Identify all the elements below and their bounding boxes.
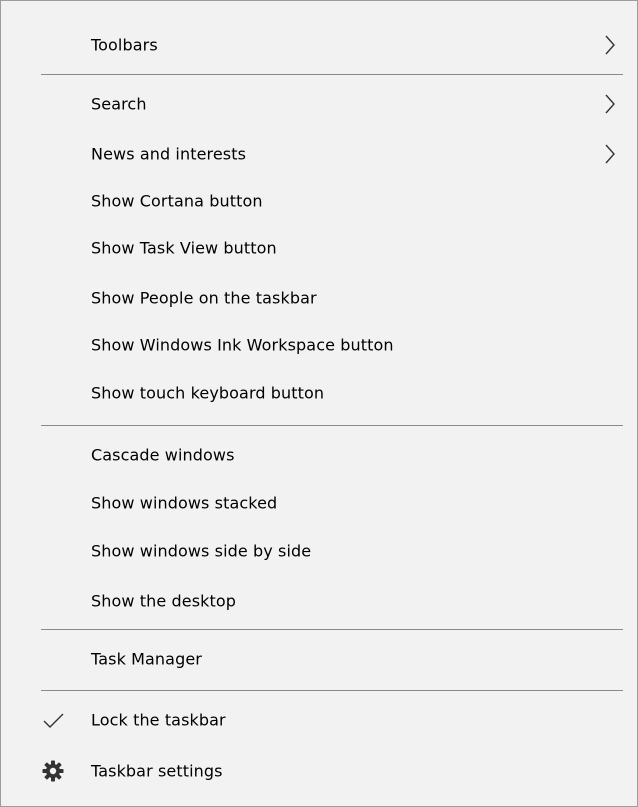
menu-item-label: Show Cortana button xyxy=(91,191,263,211)
chevron-right-icon xyxy=(605,35,615,55)
menu-item-label: Show Task View button xyxy=(91,238,277,258)
menu-item-lock-the-taskbar[interactable]: Lock the taskbar xyxy=(1,696,637,744)
menu-item-taskbar-settings[interactable]: Taskbar settings xyxy=(1,747,637,795)
menu-item-label: Show the desktop xyxy=(91,591,237,611)
menu-item-label: Show touch keyboard button xyxy=(91,383,325,403)
menu-item-search[interactable]: Search xyxy=(1,80,637,128)
menu-separator xyxy=(41,425,623,426)
menu-item-show-touch-keyboard[interactable]: Show touch keyboard button xyxy=(1,369,637,417)
menu-item-show-cortana-button[interactable]: Show Cortana button xyxy=(1,177,637,225)
menu-separator xyxy=(41,690,623,691)
chevron-right-icon xyxy=(605,94,615,114)
menu-item-label: Show People on the taskbar xyxy=(91,288,317,308)
menu-item-label: Show windows stacked xyxy=(91,493,278,513)
menu-separator xyxy=(41,74,623,75)
menu-item-label: Show windows side by side xyxy=(91,541,312,561)
menu-item-label: Cascade windows xyxy=(91,445,235,465)
menu-item-show-the-desktop[interactable]: Show the desktop xyxy=(1,577,637,625)
menu-separator xyxy=(41,629,623,630)
menu-item-show-task-view-button[interactable]: Show Task View button xyxy=(1,224,637,272)
menu-item-label: Taskbar settings xyxy=(91,761,223,781)
menu-item-show-windows-stacked[interactable]: Show windows stacked xyxy=(1,479,637,527)
menu-item-label: Toolbars xyxy=(91,35,158,55)
gear-icon xyxy=(42,760,64,782)
checkmark-icon xyxy=(43,713,64,728)
menu-item-label: Search xyxy=(91,94,147,114)
chevron-right-icon xyxy=(605,144,615,164)
menu-item-task-manager[interactable]: Task Manager xyxy=(1,635,637,683)
taskbar-context-menu: Toolbars Search News and interests Show … xyxy=(0,0,638,807)
menu-item-cascade-windows[interactable]: Cascade windows xyxy=(1,431,637,479)
menu-item-news-and-interests[interactable]: News and interests xyxy=(1,130,637,178)
menu-item-show-windows-ink-workspace[interactable]: Show Windows Ink Workspace button xyxy=(1,321,637,369)
menu-item-label: Show Windows Ink Workspace button xyxy=(91,335,394,355)
menu-item-toolbars[interactable]: Toolbars xyxy=(1,21,637,69)
menu-item-label: Lock the taskbar xyxy=(91,710,226,730)
menu-item-show-people[interactable]: Show People on the taskbar xyxy=(1,274,637,322)
menu-item-show-windows-side-by-side[interactable]: Show windows side by side xyxy=(1,527,637,575)
menu-item-label: Task Manager xyxy=(91,649,202,669)
menu-item-label: News and interests xyxy=(91,144,247,164)
